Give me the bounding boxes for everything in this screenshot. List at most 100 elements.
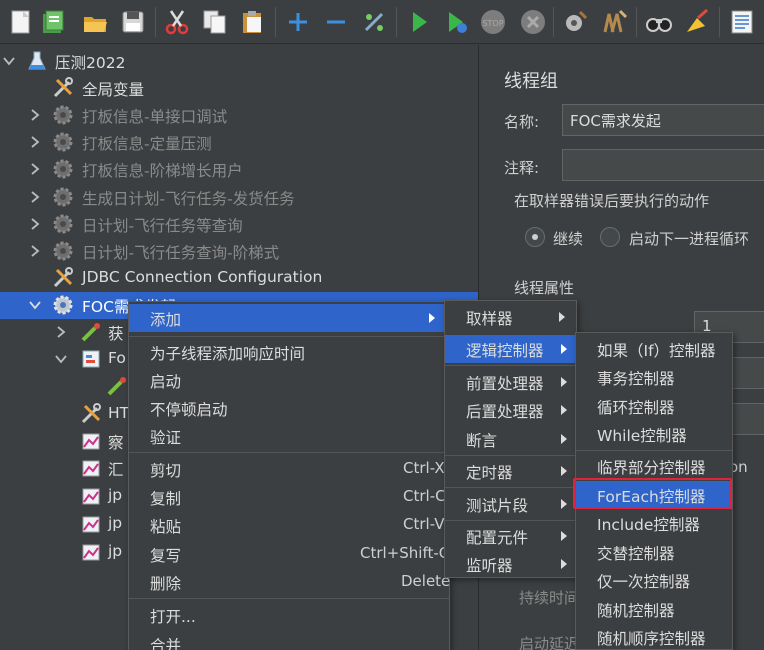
menu-item-post-processor[interactable]: 后置处理器: [445, 396, 576, 424]
radio-continue[interactable]: [525, 227, 545, 247]
menu-item-merge[interactable]: 合并: [129, 630, 449, 650]
clear-icon[interactable]: [562, 8, 590, 36]
chevron-down-icon[interactable]: [54, 352, 68, 366]
chevron-down-icon[interactable]: [2, 54, 16, 68]
cut-icon[interactable]: [163, 8, 191, 36]
submenu-arrow-icon: [561, 405, 567, 415]
comment-label: 注释:: [504, 159, 540, 177]
save-icon[interactable]: [119, 8, 147, 36]
open-icon[interactable]: [81, 8, 109, 36]
chevron-down-icon[interactable]: [28, 298, 42, 312]
menu-item-include-controller[interactable]: Include控制器: [576, 509, 732, 537]
config-element-icon: [53, 77, 73, 98]
tree-row[interactable]: 日计划-飞行任务等查询: [0, 211, 478, 238]
tree-row[interactable]: 打板信息-定量压测: [0, 129, 478, 156]
menu-item-once-only-controller[interactable]: 仅一次控制器: [576, 566, 732, 594]
clear-all-icon[interactable]: [600, 8, 628, 36]
chevron-right-icon[interactable]: [28, 190, 42, 204]
startup-delay-label: 启动延迟: [519, 635, 580, 650]
menu-item-random-order-controller[interactable]: 随机顺序控制器: [576, 623, 732, 650]
expand-icon[interactable]: [284, 8, 312, 36]
menu-item-loop-controller[interactable]: 循环控制器: [576, 392, 732, 420]
menu-item-cut[interactable]: 剪切 Ctrl-X: [129, 455, 449, 483]
tree-row[interactable]: 生成日计划-飞行任务-发货任务: [0, 184, 478, 211]
menu-item-label: 循环控制器: [597, 399, 675, 417]
menu-item-pre-processor[interactable]: 前置处理器: [445, 368, 576, 396]
submenu-arrow-icon: [561, 434, 567, 444]
menu-item-start-no-pause[interactable]: 不停顿启动: [129, 394, 449, 422]
submenu-arrow-icon: [561, 499, 567, 509]
templates-icon[interactable]: [39, 8, 67, 36]
reset-search-icon[interactable]: [683, 8, 711, 36]
menu-item-delete[interactable]: 删除 Delete: [129, 568, 450, 596]
menu-item-validate[interactable]: 验证: [129, 422, 449, 450]
ramp-up-field[interactable]: [732, 357, 764, 389]
duration-label: 持续时间: [519, 589, 580, 607]
chevron-right-icon[interactable]: [54, 325, 68, 339]
menu-item-timer[interactable]: 定时器: [445, 457, 576, 485]
menu-item-add[interactable]: 添加: [129, 304, 449, 332]
tree-row[interactable]: 全局变量: [0, 75, 478, 102]
shutdown-icon[interactable]: [519, 8, 547, 36]
tree-row-root[interactable]: 压测2022: [0, 48, 478, 75]
chevron-right-icon[interactable]: [28, 244, 42, 258]
menu-item-listener[interactable]: 监听器: [445, 550, 576, 578]
radio-next-loop[interactable]: [600, 227, 620, 247]
chevron-right-icon[interactable]: [28, 108, 42, 122]
tree-label: HT: [108, 404, 130, 422]
tree-row[interactable]: 日计划-飞行任务查询-阶梯式: [0, 238, 478, 265]
toggle-icon[interactable]: [360, 8, 388, 36]
menu-item-start[interactable]: 启动: [129, 366, 449, 394]
menu-item-duplicate[interactable]: 复写 Ctrl+Shift-C: [129, 540, 449, 568]
menu-item-config-element[interactable]: 配置元件: [445, 522, 576, 550]
test-plan-icon: [28, 51, 46, 70]
shortcut-label: Ctrl+Shift-C: [360, 544, 450, 562]
chevron-right-icon[interactable]: [28, 135, 42, 149]
menu-item-logic-controller[interactable]: 逻辑控制器: [445, 335, 576, 363]
submenu-arrow-icon: [559, 312, 565, 322]
tree-row[interactable]: 打板信息-单接口调试: [0, 102, 478, 129]
collapse-icon[interactable]: [322, 8, 350, 36]
menu-item-paste[interactable]: 粘贴 Ctrl-V: [129, 511, 449, 539]
start-no-pause-icon[interactable]: [443, 8, 471, 36]
thread-group-icon: [53, 132, 73, 152]
submenu-arrow-icon: [561, 531, 567, 541]
tree-label: Fo: [108, 349, 126, 367]
comment-field[interactable]: [562, 149, 764, 181]
menu-item-assertion[interactable]: 断言: [445, 425, 576, 453]
menu-item-random-controller[interactable]: 随机控制器: [576, 595, 732, 623]
loop-count-field[interactable]: [732, 403, 764, 435]
stop-icon[interactable]: STOP: [479, 8, 507, 36]
menu-item-open[interactable]: 打开...: [129, 601, 449, 629]
paste-icon[interactable]: [239, 8, 267, 36]
copy-icon[interactable]: [201, 8, 229, 36]
thread-group-icon: [53, 105, 73, 125]
chevron-right-icon[interactable]: [28, 162, 42, 176]
sampler-icon: [81, 323, 100, 342]
menu-item-label: 添加: [150, 311, 182, 329]
menu-item-copy[interactable]: 复制 Ctrl-C: [129, 483, 449, 511]
menu-item-if-controller[interactable]: 如果（If）控制器: [576, 335, 732, 363]
menu-item-critical-section-controller[interactable]: 临界部分控制器: [576, 452, 732, 480]
start-icon[interactable]: [405, 8, 433, 36]
new-icon[interactable]: [7, 8, 35, 36]
search-icon[interactable]: [645, 8, 673, 36]
menu-item-transaction-controller[interactable]: 事务控制器: [576, 363, 732, 391]
thread-group-icon: [53, 214, 73, 234]
menu-item-label: 打开...: [150, 608, 196, 626]
tree-row[interactable]: 打板信息-阶梯增长用户: [0, 156, 478, 183]
menu-item-sampler[interactable]: 取样器: [445, 303, 576, 331]
tree-label: 打板信息-定量压测: [82, 135, 212, 153]
tree-label: 日计划-飞行任务等查询: [82, 217, 243, 235]
menu-item-interleave-controller[interactable]: 交替控制器: [576, 538, 732, 566]
tree-row[interactable]: JDBC Connection Configuration: [0, 265, 478, 292]
menu-item-add-response-time[interactable]: 为子线程添加响应时间: [129, 338, 449, 366]
menu-item-while-controller[interactable]: While控制器: [576, 420, 732, 448]
submenu-arrow-icon: [561, 466, 567, 476]
name-field[interactable]: FOC需求发起: [562, 104, 764, 136]
tree-label: JDBC Connection Configuration: [82, 268, 323, 286]
chevron-right-icon[interactable]: [28, 217, 42, 231]
function-helper-icon[interactable]: [728, 8, 756, 36]
menu-item-test-fragment[interactable]: 测试片段: [445, 490, 576, 518]
tree-label: jp: [108, 514, 123, 532]
